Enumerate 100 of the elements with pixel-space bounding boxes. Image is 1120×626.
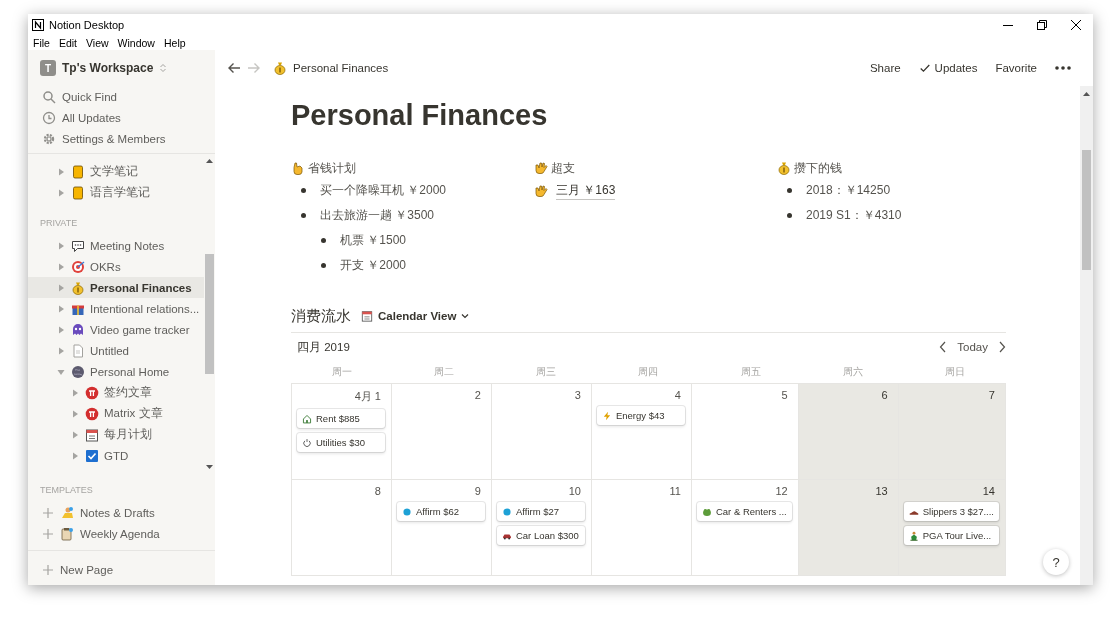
sidebar-item[interactable]: Personal Finances: [28, 277, 204, 298]
plus-icon[interactable]: [42, 506, 54, 519]
caret-icon[interactable]: [56, 345, 66, 356]
calendar-day[interactable]: 10 Affirm $27 Car Loan $300: [491, 480, 592, 576]
back-arrow-icon[interactable]: [227, 61, 241, 75]
bullet: [321, 263, 326, 268]
today-button[interactable]: Today: [957, 341, 988, 353]
caret-icon[interactable]: [70, 450, 80, 461]
event-card[interactable]: Affirm $27: [496, 502, 585, 521]
caret-icon[interactable]: [56, 261, 66, 272]
menu-item[interactable]: Help: [163, 37, 186, 49]
sidebar-item[interactable]: 每月计划: [28, 424, 204, 445]
breadcrumb[interactable]: Personal Finances: [293, 62, 389, 74]
checkbox-icon: [85, 448, 99, 463]
sidebar-item[interactable]: Untitled: [28, 340, 204, 361]
event-card[interactable]: Rent $885: [297, 409, 385, 428]
calendar-day[interactable]: 12 Car & Renters ...: [691, 480, 799, 576]
sidebar-item[interactable]: OKRs: [28, 256, 204, 277]
more-icon[interactable]: [1055, 66, 1071, 70]
calendar-day[interactable]: 6: [798, 384, 899, 480]
event-card[interactable]: Utilities $30: [297, 433, 385, 452]
event-card[interactable]: Car Loan $300: [496, 526, 585, 545]
workspace-avatar: T: [40, 60, 56, 76]
event-card[interactable]: Car & Renters ...: [696, 502, 792, 521]
workspace-name[interactable]: Tp's Workspace: [62, 61, 154, 75]
caret-icon[interactable]: [56, 303, 66, 314]
scrollbar[interactable]: [1080, 86, 1093, 585]
menu-item[interactable]: View: [86, 37, 109, 49]
calendar-day[interactable]: 7: [898, 384, 1006, 480]
chevron-icon[interactable]: [461, 313, 470, 319]
day-number: 8: [374, 485, 382, 497]
frog-icon: [701, 506, 712, 517]
day-number: 10: [568, 485, 582, 497]
template-item[interactable]: Weekly Agenda: [28, 523, 215, 544]
calendar-day[interactable]: 14 Slippers 3 $27.... PGA Tour Live...: [898, 480, 1006, 576]
scrollbar-thumb[interactable]: [1082, 150, 1091, 270]
caret-icon[interactable]: [56, 187, 66, 198]
caret-icon[interactable]: [56, 166, 66, 177]
pi-icon: [85, 406, 99, 421]
sidebar-item[interactable]: 文学笔记: [28, 161, 204, 182]
event-card[interactable]: Energy $43: [596, 406, 685, 425]
day-number: 3: [574, 389, 582, 401]
sidebar-item[interactable]: Meeting Notes: [28, 235, 204, 256]
switch-icon[interactable]: [159, 63, 168, 73]
calendar-day[interactable]: 9 Affirm $62: [392, 480, 492, 576]
sidebar-item[interactable]: Matrix 文章: [28, 403, 204, 424]
help-button[interactable]: ?: [1043, 549, 1069, 575]
sidebar-item[interactable]: 语言学笔记: [28, 182, 204, 203]
sidebar-action[interactable]: Quick Find: [28, 86, 215, 107]
restore-icon[interactable]: [1037, 20, 1047, 30]
caret-icon[interactable]: [70, 429, 80, 440]
calendar-day[interactable]: 5: [691, 384, 799, 480]
month-label: 四月 2019: [297, 339, 350, 355]
forward-arrow-icon[interactable]: [247, 61, 261, 75]
sidebar-action[interactable]: All Updates: [28, 107, 215, 128]
caret-icon[interactable]: [70, 387, 80, 398]
toolbar-link[interactable]: Favorite: [995, 62, 1037, 74]
bullet: [787, 188, 792, 193]
scroll-down-icon[interactable]: [206, 465, 213, 470]
caret-icon[interactable]: [56, 282, 66, 293]
calendar-day[interactable]: 3: [491, 384, 592, 480]
sidebar-item[interactable]: Intentional relations...: [28, 298, 204, 319]
previous-icon[interactable]: [939, 341, 948, 353]
sidebar-item[interactable]: Video game tracker: [28, 319, 204, 340]
new-page-button[interactable]: New Page: [28, 559, 215, 580]
calendar-day[interactable]: 8: [292, 480, 392, 576]
calendar-day[interactable]: 2: [392, 384, 492, 480]
calendar-day[interactable]: 4 Energy $43: [591, 384, 692, 480]
view-selector[interactable]: Calendar View: [361, 310, 470, 322]
scroll-up-icon[interactable]: [1083, 91, 1090, 96]
caret-icon[interactable]: [70, 408, 80, 419]
event-card[interactable]: PGA Tour Live...: [903, 526, 999, 545]
sidebar-action[interactable]: Settings & Members: [28, 128, 215, 149]
next-icon[interactable]: [998, 341, 1006, 353]
caret-icon[interactable]: [56, 240, 66, 251]
menu-item[interactable]: Window: [117, 37, 155, 49]
sidebar-item[interactable]: 签约文章: [28, 382, 204, 403]
settings-icon: [42, 131, 56, 146]
list-item: 出去旅游一趟 ￥3500: [320, 207, 435, 224]
template-item[interactable]: Notes & Drafts: [28, 502, 215, 523]
close-icon[interactable]: [1071, 20, 1081, 30]
calendar-day[interactable]: 13: [798, 480, 899, 576]
event-card[interactable]: Affirm $62: [397, 502, 485, 521]
menu-item[interactable]: File: [33, 37, 50, 49]
toolbar-link[interactable]: Share: [869, 62, 901, 74]
calendar-day[interactable]: 4月 1 Rent $885 Utilities $30: [292, 384, 392, 480]
scroll-up-icon[interactable]: [206, 158, 213, 163]
caret-icon[interactable]: [56, 324, 66, 335]
page-link[interactable]: 三月 ￥163: [556, 181, 616, 200]
menu-item[interactable]: Edit: [58, 37, 77, 49]
plus-icon[interactable]: [42, 527, 54, 540]
sidebar-item[interactable]: Personal Home: [28, 361, 204, 382]
weekday-label: 周日: [943, 365, 966, 379]
column-heading: 省钱计划: [308, 159, 356, 177]
toolbar-link[interactable]: Updates: [934, 62, 978, 74]
sidebar-item[interactable]: GTD: [28, 445, 204, 466]
calendar-day[interactable]: 11: [591, 480, 692, 576]
notebook-icon: [71, 185, 85, 200]
scrollbar-thumb[interactable]: [205, 254, 214, 374]
event-card[interactable]: Slippers 3 $27....: [903, 502, 999, 521]
